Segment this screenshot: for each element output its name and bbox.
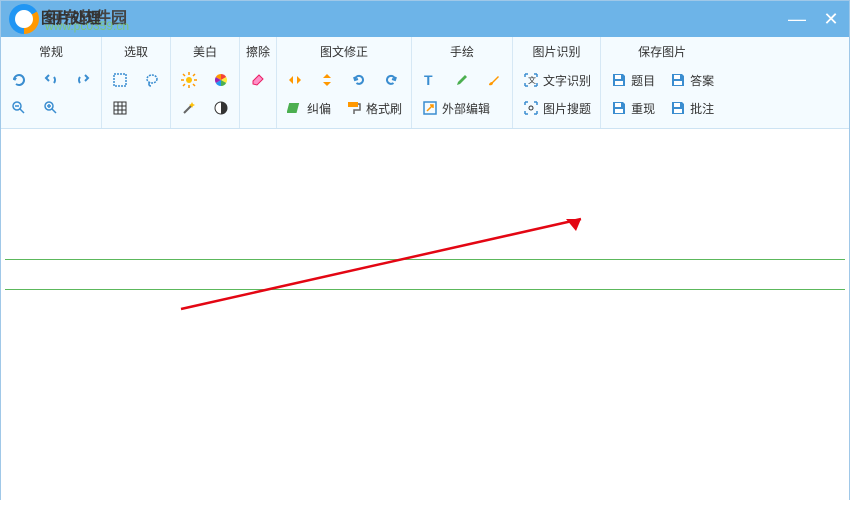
- save-icon: [610, 99, 628, 117]
- eraser-button[interactable]: [246, 69, 270, 91]
- grid-button[interactable]: [108, 97, 132, 119]
- flip-h-button[interactable]: [283, 69, 307, 91]
- annotation-arrow-icon: [171, 209, 611, 319]
- label: 外部编辑: [442, 100, 490, 117]
- contrast-icon: [212, 99, 230, 117]
- pencil-icon: [453, 71, 471, 89]
- save-reproduce-button[interactable]: 重现: [607, 97, 658, 119]
- rotate-ccw-icon: [350, 71, 368, 89]
- flip-v-button[interactable]: [315, 69, 339, 91]
- format-painter-button[interactable]: 格式刷: [342, 97, 405, 119]
- redo-icon: [74, 71, 92, 89]
- contrast-button[interactable]: [209, 97, 233, 119]
- zoom-out-icon: [10, 99, 28, 117]
- flip-v-icon: [318, 71, 336, 89]
- refresh-icon: [10, 71, 28, 89]
- ribbon-toolbar: 常规 选取 美白: [1, 37, 849, 129]
- group-recognize: 图片识别 文文字识别 图片搜题: [513, 37, 601, 128]
- save-icon: [669, 99, 687, 117]
- paint-roller-icon: [345, 99, 363, 117]
- color-button[interactable]: [209, 69, 233, 91]
- label: 格式刷: [366, 100, 402, 117]
- minimize-button[interactable]: —: [787, 9, 807, 30]
- zoom-in-icon: [42, 99, 60, 117]
- group-title: 选取: [108, 41, 164, 66]
- ocr-icon: 文: [522, 71, 540, 89]
- group-save: 保存图片 题目 答案 重现 批注: [601, 37, 723, 128]
- color-wheel-icon: [212, 71, 230, 89]
- svg-text:文: 文: [528, 75, 536, 85]
- svg-text:T: T: [424, 72, 433, 88]
- label: 题目: [631, 72, 655, 89]
- group-erase: 擦除: [240, 37, 277, 128]
- external-edit-button[interactable]: 外部编辑: [418, 97, 493, 119]
- rotate-ccw-button[interactable]: [347, 69, 371, 91]
- brush-icon: [485, 71, 503, 89]
- sun-icon: [180, 71, 198, 89]
- group-draw: 手绘 T 外部编辑: [412, 37, 513, 128]
- group-title: 美白: [177, 41, 233, 66]
- save-answer-button[interactable]: 答案: [666, 69, 717, 91]
- app-logo-icon: [9, 4, 39, 34]
- label: 图片搜题: [543, 100, 591, 117]
- rect-select-button[interactable]: [108, 69, 132, 91]
- text-button[interactable]: T: [418, 69, 442, 91]
- undo-icon: [42, 71, 60, 89]
- save-question-button[interactable]: 题目: [607, 69, 658, 91]
- lasso-select-button[interactable]: [140, 69, 164, 91]
- canvas-area[interactable]: [1, 129, 849, 525]
- guide-line: [5, 289, 845, 290]
- flip-h-icon: [286, 71, 304, 89]
- rotate-cw-icon: [382, 71, 400, 89]
- wand-button[interactable]: [177, 97, 201, 119]
- group-whiten: 美白: [171, 37, 240, 128]
- group-title: 常规: [7, 41, 95, 66]
- brush-button[interactable]: [482, 69, 506, 91]
- image-search-icon: [522, 99, 540, 117]
- refresh-button[interactable]: [7, 69, 31, 91]
- eraser-icon: [249, 71, 267, 89]
- label: 批注: [690, 100, 714, 117]
- ocr-text-button[interactable]: 文文字识别: [519, 69, 594, 91]
- group-title: 擦除: [246, 41, 270, 66]
- label: 文字识别: [543, 72, 591, 89]
- pencil-button[interactable]: [450, 69, 474, 91]
- redo-button[interactable]: [71, 69, 95, 91]
- text-icon: T: [421, 71, 439, 89]
- save-annotation-button[interactable]: 批注: [666, 97, 717, 119]
- group-correction: 图文修正 纠偏 格式刷: [277, 37, 412, 128]
- save-icon: [669, 71, 687, 89]
- guide-line: [5, 259, 845, 260]
- group-select: 选取: [102, 37, 171, 128]
- deskew-icon: [286, 99, 304, 117]
- group-title: 保存图片: [607, 41, 717, 66]
- titlebar: 河东软件园 www.pc0359.cn 图片处理 — ✕: [1, 1, 849, 37]
- zoom-in-button[interactable]: [39, 97, 63, 119]
- group-title: 手绘: [418, 41, 506, 66]
- group-title: 图文修正: [283, 41, 405, 66]
- close-button[interactable]: ✕: [821, 9, 841, 30]
- group-title: 图片识别: [519, 41, 594, 66]
- window-controls: — ✕: [787, 9, 841, 30]
- label: 重现: [631, 100, 655, 117]
- brightness-button[interactable]: [177, 69, 201, 91]
- image-search-button[interactable]: 图片搜题: [519, 97, 594, 119]
- window-overlay-title: 图片处理: [41, 7, 101, 28]
- grid-icon: [111, 99, 129, 117]
- rotate-cw-button[interactable]: [379, 69, 403, 91]
- magic-wand-icon: [180, 99, 198, 117]
- label: 答案: [690, 72, 714, 89]
- app-window: 河东软件园 www.pc0359.cn 图片处理 — ✕ 常规 选取: [0, 0, 850, 500]
- label: 纠偏: [307, 100, 331, 117]
- external-edit-icon: [421, 99, 439, 117]
- save-icon: [610, 71, 628, 89]
- lasso-icon: [143, 71, 161, 89]
- deskew-button[interactable]: 纠偏: [283, 97, 334, 119]
- rect-select-icon: [111, 71, 129, 89]
- zoom-out-button[interactable]: [7, 97, 31, 119]
- group-general: 常规: [1, 37, 102, 128]
- undo-button[interactable]: [39, 69, 63, 91]
